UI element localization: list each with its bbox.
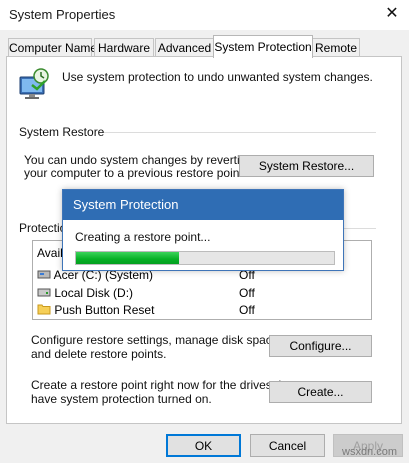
cancel-button[interactable]: Cancel	[250, 434, 325, 457]
group-divider	[104, 132, 376, 133]
tab-advanced[interactable]: Advanced	[155, 38, 214, 57]
configure-description-1: Configure restore settings, manage disk …	[31, 333, 282, 347]
drive-protection-status: Off	[239, 286, 255, 300]
system-drive-icon	[37, 270, 51, 279]
configure-button[interactable]: Configure...	[269, 335, 372, 357]
dialog-title-bar[interactable]: System Protection	[63, 190, 343, 220]
configure-description-2: and delete restore points.	[31, 347, 167, 361]
ok-button[interactable]: OK	[166, 434, 241, 457]
restore-progress-bar	[75, 251, 335, 265]
disk-drive-icon	[37, 288, 51, 297]
create-button[interactable]: Create...	[269, 381, 372, 403]
list-item[interactable]: Local Disk (D:)	[37, 285, 133, 301]
system-restore-description-2: your computer to a previous restore poin…	[24, 166, 247, 180]
system-restore-heading: System Restore	[19, 125, 105, 139]
list-item[interactable]: Push Button Reset	[37, 302, 154, 318]
dialog-message: Creating a restore point...	[75, 230, 211, 244]
intro-text: Use system protection to undo unwanted s…	[62, 70, 373, 84]
system-restore-description-1: You can undo system changes by reverting	[24, 153, 254, 167]
window-title: System Properties	[9, 7, 116, 22]
drive-name: Local Disk (D:)	[54, 286, 134, 300]
system-restore-button[interactable]: System Restore...	[239, 155, 374, 177]
watermark-text: wsxdn.com	[342, 446, 398, 458]
system-protection-dialog[interactable]: System Protection Creating a restore poi…	[62, 189, 344, 271]
tab-hardware[interactable]: Hardware	[94, 38, 154, 57]
create-description-2: have system protection turned on.	[31, 392, 212, 406]
close-icon[interactable]: ✕	[380, 3, 404, 25]
create-description-1: Create a restore point right now for the…	[31, 378, 296, 392]
tab-system-protection[interactable]: System Protection	[213, 35, 313, 58]
progress-bar-fill	[76, 252, 180, 264]
dialog-title: System Protection	[73, 197, 179, 212]
system-protection-icon	[19, 68, 49, 99]
drive-protection-status: Off	[239, 303, 255, 317]
tab-computer-name[interactable]: Computer Name	[8, 38, 97, 57]
folder-icon	[37, 304, 51, 315]
tab-remote[interactable]: Remote	[312, 38, 360, 57]
drive-name: Push Button Reset	[54, 303, 155, 317]
